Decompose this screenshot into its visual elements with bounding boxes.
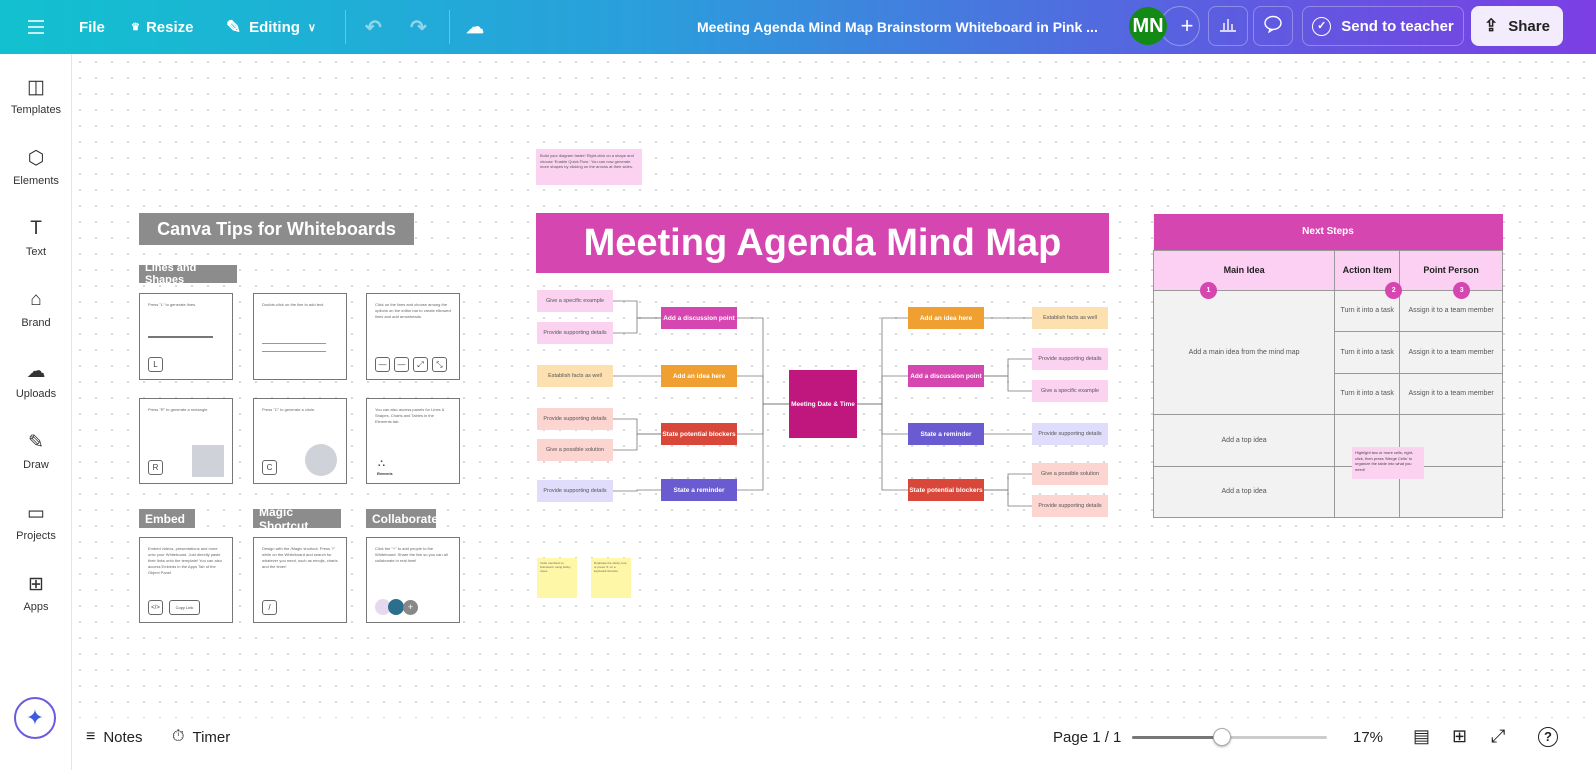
sticky-note[interactable]: Duplicate the sticky note or press 'S' o… (591, 558, 631, 598)
mind-map-main-node[interactable]: Add a discussion point (661, 307, 737, 329)
mind-map-sub-node[interactable]: Establish facts as well (1032, 307, 1108, 329)
connector-line (857, 403, 908, 435)
mind-map-sub-node[interactable]: Establish facts as well (537, 365, 613, 387)
header-main-idea: Main Idea 1 (1152, 249, 1336, 299)
notes-label: Notes (103, 728, 143, 746)
connector-line (984, 358, 1032, 377)
grid-view-icon[interactable]: ⊞ (1452, 726, 1467, 747)
notes-button[interactable]: ≡ Notes (86, 728, 143, 746)
header-action-item: Action Item 2 (1334, 249, 1403, 299)
connector-line (984, 375, 1032, 392)
connector-line (613, 489, 661, 492)
mind-map-main-node[interactable]: Add an idea here (661, 365, 737, 387)
mind-map-main-node[interactable]: Add an idea here (908, 307, 984, 329)
mind-map-sub-node[interactable]: Give a possible solution (537, 439, 613, 461)
mind-map-main-node[interactable]: Add a discussion point (908, 365, 984, 387)
connector-line (737, 375, 789, 405)
mind-map-sub-node[interactable]: Provide supporting details (1032, 495, 1108, 517)
mind-map-center-node[interactable]: Meeting Date & Time (789, 370, 857, 438)
mind-map-main-node[interactable]: State a reminder (661, 479, 737, 501)
mind-map-sub-node[interactable]: Give a possible solution (1032, 463, 1108, 485)
table-cell[interactable]: Add a main idea from the mind map (1152, 289, 1336, 415)
bottom-bar: ≡ Notes ⏱ Timer Page 1 / 1 17% ▤ ⊞ ⤢ ? (72, 718, 1596, 770)
zoom-slider-fill (1132, 736, 1222, 739)
mind-map-main-node[interactable]: State potential blockers (661, 423, 737, 445)
timer-button[interactable]: ⏱ Timer (172, 728, 230, 746)
zoom-slider-handle[interactable] (1212, 728, 1231, 746)
notes-icon: ≡ (86, 728, 96, 745)
header-label: Main Idea (1223, 265, 1265, 275)
fullscreen-icon[interactable]: ⤢ (1491, 726, 1505, 747)
help-icon[interactable]: ? (1538, 727, 1558, 747)
header-point-person: Point Person 3 (1399, 249, 1503, 299)
mind-map-sub-node[interactable]: Provide supporting details (537, 322, 613, 344)
table-cell[interactable]: Add a top idea (1152, 413, 1336, 467)
table-cell[interactable]: Assign it to a team member (1399, 372, 1503, 415)
table-cell[interactable]: Assign it to a team member (1399, 289, 1503, 332)
zoom-level[interactable]: 17% (1353, 729, 1383, 746)
page-view-icon[interactable]: ▤ (1413, 726, 1430, 747)
connector-line (984, 473, 1032, 491)
zoom-slider[interactable] (1132, 728, 1327, 746)
connector-line (737, 403, 789, 491)
mind-map-sub-node[interactable]: Provide supporting details (537, 480, 613, 502)
mind-map-sub-node[interactable]: Provide supporting details (537, 408, 613, 430)
table-cell[interactable]: Turn it into a task (1334, 330, 1401, 374)
connector-line (857, 317, 908, 405)
step-number-badge: 3 (1453, 281, 1471, 299)
timer-icon: ⏱ (172, 728, 185, 745)
connector-line (613, 317, 661, 334)
sticky-note[interactable]: Invite members to brainstorm using stick… (537, 558, 577, 598)
mind-map-main-node[interactable]: State a reminder (908, 423, 984, 445)
connector-line (984, 489, 1032, 507)
mind-map-sub-node[interactable]: Give a specific example (1032, 380, 1108, 402)
page-indicator[interactable]: Page 1 / 1 (1053, 729, 1121, 746)
connector-line (857, 375, 908, 405)
connector-line (613, 418, 661, 435)
connector-line (613, 433, 661, 451)
mind-map-sub-node[interactable]: Provide supporting details (1032, 348, 1108, 370)
timer-label: Timer (192, 728, 231, 746)
connector-line (857, 403, 908, 491)
next-steps-table[interactable]: Next Steps Main Idea 1 Action Item 2 Point… (1152, 214, 1503, 518)
mind-map-main-node[interactable]: State potential blockers (908, 479, 984, 501)
mind-map-sub-node[interactable]: Give a specific example (537, 290, 613, 312)
header-label: Point Person (1423, 265, 1479, 275)
table-cell[interactable]: Add a top idea (1152, 465, 1336, 518)
table-cell[interactable]: Turn it into a task (1334, 372, 1401, 415)
table-cell[interactable]: Assign it to a team member (1399, 330, 1503, 374)
connector-line (613, 300, 661, 319)
step-number-badge: 1 (1200, 281, 1217, 299)
merge-cells-tip[interactable]: Highlight two or more cells, right-click… (1352, 447, 1424, 479)
table-title: Next Steps (1153, 214, 1503, 250)
mind-map-sub-node[interactable]: Provide supporting details (1032, 423, 1108, 445)
header-label: Action Item (1342, 265, 1392, 275)
